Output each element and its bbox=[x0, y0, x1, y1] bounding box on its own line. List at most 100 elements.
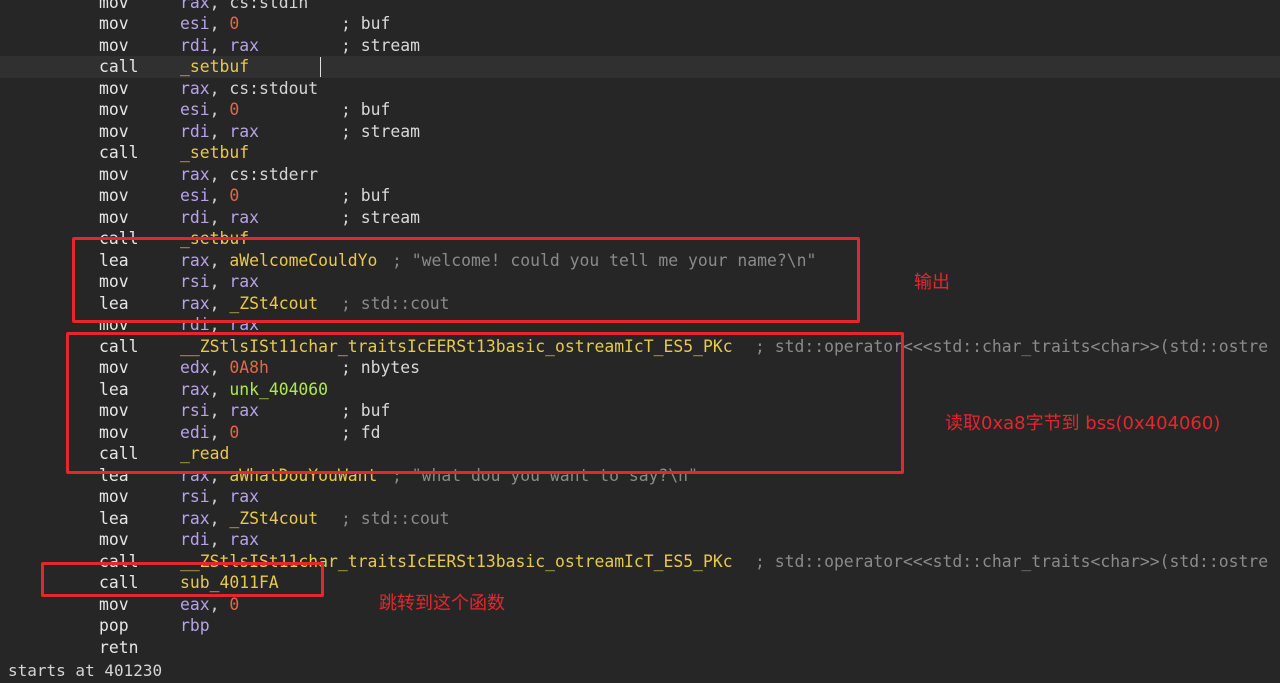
register-operand[interactable]: esi bbox=[180, 14, 210, 33]
disassembly-view[interactable]: mov rax, cs:stdin mov esi, 0 ; buf mov rdi, ra… bbox=[0, 0, 1280, 683]
mnemonic[interactable]: retn bbox=[99, 637, 138, 659]
operands[interactable]: _setbuf bbox=[180, 142, 249, 164]
operands[interactable]: _setbuf bbox=[180, 56, 249, 78]
code-line[interactable]: mov rdi, rax ; stream bbox=[0, 121, 1280, 143]
symbol-operand[interactable]: _setbuf bbox=[180, 143, 249, 162]
register-operand[interactable]: rax bbox=[180, 509, 210, 528]
code-line[interactable]: mov rdi, rax; stream bbox=[0, 207, 1280, 229]
register-operand[interactable]: rax bbox=[229, 36, 259, 55]
mnemonic[interactable]: mov bbox=[99, 99, 129, 121]
operands[interactable]: rax, cs:stdout bbox=[180, 78, 318, 100]
operands[interactable]: esi, 0 bbox=[180, 13, 239, 35]
operand-separator: , bbox=[209, 530, 230, 549]
operands[interactable]: rbp bbox=[180, 615, 210, 637]
register-operand[interactable]: eax bbox=[180, 595, 210, 614]
mnemonic[interactable]: mov bbox=[99, 486, 129, 508]
register-operand[interactable]: rax bbox=[229, 122, 259, 141]
mnemonic[interactable]: mov bbox=[99, 529, 129, 551]
register-operand[interactable]: rbp bbox=[180, 616, 210, 635]
register-operand[interactable]: esi bbox=[180, 186, 210, 205]
comment-part: ; bbox=[341, 121, 361, 141]
immediate-operand[interactable]: 0 bbox=[229, 14, 239, 33]
code-line[interactable]: mov rax, cs:stdin bbox=[0, 0, 1280, 13]
annotation-jump: 跳转到这个函数 bbox=[379, 593, 505, 614]
symbol-operand[interactable]: _setbuf bbox=[180, 57, 249, 76]
immediate-operand[interactable]: 0 bbox=[229, 100, 239, 119]
code-line[interactable]: retn bbox=[0, 637, 1280, 659]
register-operand[interactable]: rdi bbox=[180, 208, 210, 227]
operand-separator: , bbox=[209, 0, 230, 12]
mnemonic[interactable]: mov bbox=[99, 207, 129, 229]
symbol-operand[interactable]: _ZSt4cout bbox=[229, 509, 318, 528]
operands[interactable]: rdi, rax bbox=[180, 35, 259, 57]
operand-separator: , bbox=[209, 14, 230, 33]
operands[interactable]: rsi, rax bbox=[180, 486, 259, 508]
register-operand[interactable]: rdi bbox=[180, 36, 210, 55]
operand-separator: , bbox=[209, 100, 230, 119]
code-line[interactable]: lea rax, _ZSt4cout ; std::cout bbox=[0, 508, 1280, 530]
comment-part: ; std::cout bbox=[341, 508, 450, 528]
symbol-operand[interactable]: cs:stdout bbox=[229, 79, 318, 98]
annotation-box-output bbox=[72, 237, 860, 323]
code-line[interactable]: mov rdi, rax ; stream bbox=[0, 35, 1280, 57]
register-operand[interactable]: rax bbox=[229, 487, 259, 506]
operands[interactable]: rdi, rax bbox=[180, 121, 259, 143]
comment-part: ; std::operator<<<std::char_traits<char>… bbox=[755, 551, 1269, 571]
code-line[interactable]: mov esi, 0; buf bbox=[0, 185, 1280, 207]
immediate-operand[interactable]: 0 bbox=[229, 186, 239, 205]
code-line[interactable]: mov rax, cs:stdout bbox=[0, 78, 1280, 100]
operands[interactable]: rax, _ZSt4cout bbox=[180, 508, 318, 530]
comment: ; stream bbox=[341, 121, 420, 143]
operands[interactable]: rax, cs:stdin bbox=[180, 0, 308, 13]
operand-separator: , bbox=[209, 35, 230, 55]
register-operand[interactable]: rax bbox=[180, 79, 210, 98]
comment-part: ; bbox=[341, 14, 361, 33]
status-line: starts at 401230 bbox=[8, 661, 163, 680]
register-operand[interactable]: rdi bbox=[180, 530, 210, 549]
code-line[interactable]: call _setbuf bbox=[0, 142, 1280, 164]
mnemonic[interactable]: call bbox=[99, 142, 138, 164]
mnemonic[interactable]: mov bbox=[99, 13, 129, 35]
register-operand[interactable]: rdi bbox=[180, 122, 210, 141]
operands[interactable]: esi, 0 bbox=[180, 185, 239, 207]
text-cursor bbox=[320, 57, 321, 77]
annotation-read: 读取0xa8字节到 bss(0x404060) bbox=[945, 413, 1221, 434]
code-line[interactable]: call _setbuf bbox=[0, 56, 1280, 78]
comment: ; buf bbox=[341, 13, 390, 35]
code-line[interactable]: mov rdi, rax bbox=[0, 529, 1280, 551]
mnemonic[interactable]: call bbox=[99, 56, 138, 78]
symbol-operand[interactable]: cs:stderr bbox=[229, 165, 318, 184]
operand-separator: , bbox=[209, 508, 230, 528]
register-operand[interactable]: esi bbox=[180, 100, 210, 119]
operands[interactable]: rax, cs:stderr bbox=[180, 164, 318, 186]
code-line[interactable]: mov esi, 0; buf bbox=[0, 99, 1280, 121]
immediate-operand[interactable]: 0 bbox=[229, 595, 239, 614]
mnemonic[interactable]: mov bbox=[99, 35, 129, 57]
symbol-operand[interactable]: cs:stdin bbox=[229, 0, 308, 12]
code-line[interactable]: mov esi, 0 ; buf bbox=[0, 13, 1280, 35]
operand-separator: , bbox=[209, 207, 230, 227]
mnemonic[interactable]: pop bbox=[99, 615, 129, 637]
comment-part: ; bbox=[341, 207, 361, 227]
code-line[interactable]: mov rsi, rax bbox=[0, 486, 1280, 508]
code-line[interactable]: mov rax, cs:stderr bbox=[0, 164, 1280, 186]
operand-separator: , bbox=[209, 487, 230, 506]
comment: ; stream bbox=[341, 35, 420, 57]
register-operand[interactable]: rax bbox=[229, 208, 259, 227]
mnemonic[interactable]: mov bbox=[99, 78, 129, 100]
register-operand[interactable]: rsi bbox=[180, 487, 210, 506]
register-operand[interactable]: rax bbox=[180, 0, 210, 12]
mnemonic[interactable]: mov bbox=[99, 121, 129, 143]
comment: ; std::cout bbox=[341, 508, 450, 530]
mnemonic[interactable]: mov bbox=[99, 0, 129, 13]
operands[interactable]: rdi, rax bbox=[180, 529, 259, 551]
register-operand[interactable]: rax bbox=[229, 530, 259, 549]
mnemonic[interactable]: mov bbox=[99, 164, 129, 186]
mnemonic[interactable]: mov bbox=[99, 185, 129, 207]
code-line[interactable]: pop rbp bbox=[0, 615, 1280, 637]
register-operand[interactable]: rax bbox=[180, 165, 210, 184]
operands[interactable]: rdi, rax bbox=[180, 207, 259, 229]
mnemonic[interactable]: lea bbox=[99, 508, 129, 530]
operands[interactable]: esi, 0 bbox=[180, 99, 239, 121]
comment: ; std::operator<<<std::char_traits<char>… bbox=[755, 551, 1268, 573]
